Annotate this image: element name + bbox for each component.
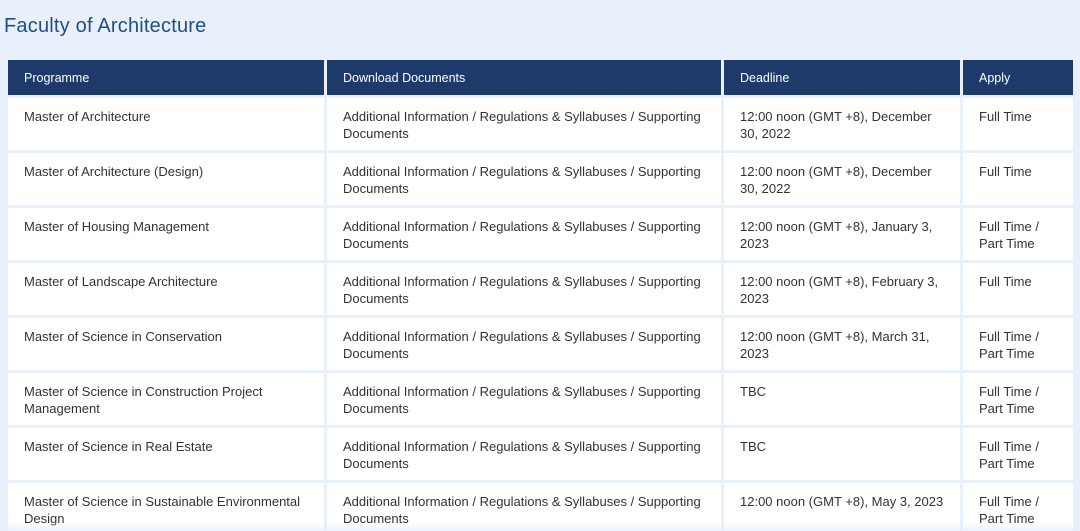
apply-cell: Full Time / Part Time [963, 208, 1073, 260]
deadline-cell: TBC [724, 373, 960, 425]
documents-links: Additional Information / Regulations & S… [327, 98, 721, 150]
documents-links: Additional Information / Regulations & S… [327, 153, 721, 205]
deadline-cell: 12:00 noon (GMT +8), March 31, 2023 [724, 318, 960, 370]
programme-cell: Master of Science in Real Estate [8, 428, 324, 480]
apply-link[interactable]: Full Time / Part Time [979, 439, 1039, 471]
apply-link[interactable]: Full Time / Part Time [979, 219, 1039, 251]
deadline-cell: TBC [724, 428, 960, 480]
apply-cell: Full Time / Part Time [963, 373, 1073, 425]
table-row: Master of Landscape Architecture Additio… [8, 263, 1073, 315]
deadline-cell: 12:00 noon (GMT +8), January 3, 2023 [724, 208, 960, 260]
table-row: Master of Housing Management Additional … [8, 208, 1073, 260]
header-programme: Programme [8, 60, 324, 95]
apply-link[interactable]: Full Time [979, 274, 1032, 289]
documents-links: Additional Information / Regulations & S… [327, 263, 721, 315]
documents-links: Additional Information / Regulations & S… [327, 373, 721, 425]
table-row: Master of Architecture Additional Inform… [8, 98, 1073, 150]
table-row: Master of Science in Real Estate Additio… [8, 428, 1073, 480]
documents-link[interactable]: Additional Information / Regulations & S… [343, 329, 701, 361]
table-row: Master of Science in Conservation Additi… [8, 318, 1073, 370]
programme-cell: Master of Science in Construction Projec… [8, 373, 324, 425]
documents-links: Additional Information / Regulations & S… [327, 483, 721, 531]
documents-links: Additional Information / Regulations & S… [327, 428, 721, 480]
deadline-cell: 12:00 noon (GMT +8), February 3, 2023 [724, 263, 960, 315]
apply-cell: Full Time [963, 98, 1073, 150]
documents-link[interactable]: Additional Information / Regulations & S… [343, 164, 701, 196]
table-row: Master of Science in Sustainable Environ… [8, 483, 1073, 531]
faculty-title: Faculty of Architecture [4, 15, 207, 37]
apply-link[interactable]: Full Time / Part Time [979, 494, 1039, 526]
header-deadline: Deadline [724, 60, 960, 95]
apply-cell: Full Time / Part Time [963, 318, 1073, 370]
programme-cell: Master of Landscape Architecture [8, 263, 324, 315]
programme-cell: Master of Science in Conservation [8, 318, 324, 370]
deadline-cell: 12:00 noon (GMT +8), December 30, 2022 [724, 153, 960, 205]
apply-cell: Full Time [963, 263, 1073, 315]
header-apply: Apply [963, 60, 1073, 95]
documents-link[interactable]: Additional Information / Regulations & S… [343, 439, 701, 471]
apply-cell: Full Time [963, 153, 1073, 205]
deadline-cell: 12:00 noon (GMT +8), December 30, 2022 [724, 98, 960, 150]
apply-link[interactable]: Full Time / Part Time [979, 384, 1039, 416]
table-row: Master of Architecture (Design) Addition… [8, 153, 1073, 205]
apply-cell: Full Time / Part Time [963, 428, 1073, 480]
programme-cell: Master of Science in Sustainable Environ… [8, 483, 324, 531]
documents-links: Additional Information / Regulations & S… [327, 208, 721, 260]
documents-link[interactable]: Additional Information / Regulations & S… [343, 109, 701, 141]
programme-cell: Master of Architecture (Design) [8, 153, 324, 205]
table-row: Master of Science in Construction Projec… [8, 373, 1073, 425]
documents-link[interactable]: Additional Information / Regulations & S… [343, 219, 701, 251]
programme-table: Programme Download Documents Deadline Ap… [5, 57, 1076, 531]
programme-cell: Master of Housing Management [8, 208, 324, 260]
documents-links: Additional Information / Regulations & S… [327, 318, 721, 370]
apply-cell: Full Time / Part Time [963, 483, 1073, 531]
documents-link[interactable]: Additional Information / Regulations & S… [343, 274, 701, 306]
deadline-cell: 12:00 noon (GMT +8), May 3, 2023 [724, 483, 960, 531]
apply-link[interactable]: Full Time [979, 164, 1032, 179]
documents-link[interactable]: Additional Information / Regulations & S… [343, 384, 701, 416]
documents-link[interactable]: Additional Information / Regulations & S… [343, 494, 701, 526]
programme-cell: Master of Architecture [8, 98, 324, 150]
apply-link[interactable]: Full Time / Part Time [979, 329, 1039, 361]
header-download-documents: Download Documents [327, 60, 721, 95]
table-header-row: Programme Download Documents Deadline Ap… [8, 60, 1073, 95]
programme-table-container: Programme Download Documents Deadline Ap… [5, 57, 1076, 531]
apply-link[interactable]: Full Time [979, 109, 1032, 124]
